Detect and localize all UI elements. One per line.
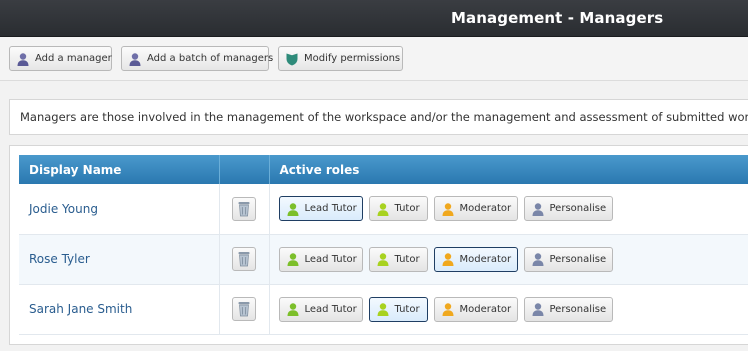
active-roles-cell: Lead Tutor Tutor Moderator Personalise — [269, 284, 748, 335]
person-icon — [128, 52, 142, 66]
person-icon — [376, 302, 390, 316]
role-personalise-button[interactable]: Personalise — [523, 246, 613, 272]
person-icon — [531, 252, 545, 266]
add-batch-label: Add a batch of managers — [147, 53, 274, 64]
column-header-delete — [219, 155, 270, 184]
person-icon — [16, 52, 30, 66]
manager-name[interactable]: Sarah Jane Smith — [19, 284, 220, 335]
person-icon — [376, 252, 390, 266]
delete-button[interactable] — [232, 297, 256, 321]
role-personalise-button[interactable]: Personalise — [523, 296, 613, 322]
role-label: Lead Tutor — [304, 303, 357, 315]
description-text: Managers are those involved in the manag… — [20, 110, 748, 124]
role-lead-tutor-button[interactable]: Lead Tutor — [278, 246, 363, 272]
role-label: Personalise — [549, 253, 607, 265]
delete-button[interactable] — [232, 196, 256, 221]
page-title: Management - Managers — [451, 9, 664, 27]
person-icon — [531, 302, 545, 316]
role-label: Lead Tutor — [304, 253, 357, 265]
role-lead-tutor-button[interactable]: Lead Tutor — [278, 196, 363, 222]
trash-icon — [238, 252, 250, 267]
role-label: Lead Tutor — [304, 203, 357, 215]
add-manager-label: Add a manager — [35, 53, 112, 64]
column-header-active-roles: Active roles — [269, 155, 748, 184]
toolbar: Add a manager Add a batch of managers Mo… — [0, 37, 748, 81]
role-label: Tutor — [394, 253, 420, 265]
person-icon — [441, 302, 455, 316]
person-icon — [286, 302, 300, 316]
role-moderator-button[interactable]: Moderator — [433, 196, 518, 222]
role-personalise-button[interactable]: Personalise — [523, 196, 613, 222]
role-moderator-button[interactable]: Moderator — [433, 246, 518, 272]
role-moderator-button[interactable]: Moderator — [433, 296, 518, 322]
role-label: Personalise — [549, 203, 607, 215]
add-manager-button[interactable]: Add a manager — [9, 46, 112, 71]
role-label: Tutor — [394, 203, 420, 215]
role-label: Moderator — [459, 303, 512, 315]
managers-table: Display Name Active roles Jodie Young Lea… — [19, 155, 748, 335]
delete-button[interactable] — [232, 247, 256, 271]
modify-permissions-label: Modify permissions — [304, 53, 401, 64]
role-tutor-button[interactable]: Tutor — [368, 296, 428, 322]
table-row: Sarah Jane Smith Lead Tutor Tutor Moderator… — [19, 284, 748, 335]
column-header-display-name: Display Name — [19, 155, 220, 184]
person-icon — [376, 202, 390, 216]
managers-panel: Display Name Active roles Jodie Young Lea… — [9, 145, 748, 345]
role-label: Moderator — [459, 203, 512, 215]
role-tutor-button[interactable]: Tutor — [368, 246, 428, 272]
manager-name[interactable]: Rose Tyler — [19, 234, 220, 285]
person-icon — [286, 252, 300, 266]
role-label: Moderator — [459, 253, 512, 265]
modify-permissions-button[interactable]: Modify permissions — [278, 46, 403, 71]
description-box: Managers are those involved in the manag… — [9, 99, 748, 135]
trash-icon — [238, 201, 250, 217]
role-label: Tutor — [394, 303, 420, 315]
role-label: Personalise — [549, 303, 607, 315]
add-batch-managers-button[interactable]: Add a batch of managers — [121, 46, 273, 71]
person-icon — [441, 252, 455, 266]
role-tutor-button[interactable]: Tutor — [368, 196, 428, 222]
person-icon — [531, 202, 545, 216]
manager-name[interactable]: Jodie Young — [19, 184, 220, 235]
table-row: Rose Tyler Lead Tutor Tutor Moderator Person… — [19, 234, 748, 285]
person-icon — [286, 202, 300, 216]
active-roles-cell: Lead Tutor Tutor Moderator Personalise — [269, 184, 748, 235]
shield-icon — [285, 52, 299, 66]
title-bar: Management - Managers — [0, 0, 748, 37]
active-roles-cell: Lead Tutor Tutor Moderator Personalise — [269, 234, 748, 285]
role-lead-tutor-button[interactable]: Lead Tutor — [278, 296, 363, 322]
trash-icon — [238, 302, 250, 317]
person-icon — [441, 202, 455, 216]
table-row: Jodie Young Lead Tutor Tutor Moderator Perso… — [19, 184, 748, 235]
